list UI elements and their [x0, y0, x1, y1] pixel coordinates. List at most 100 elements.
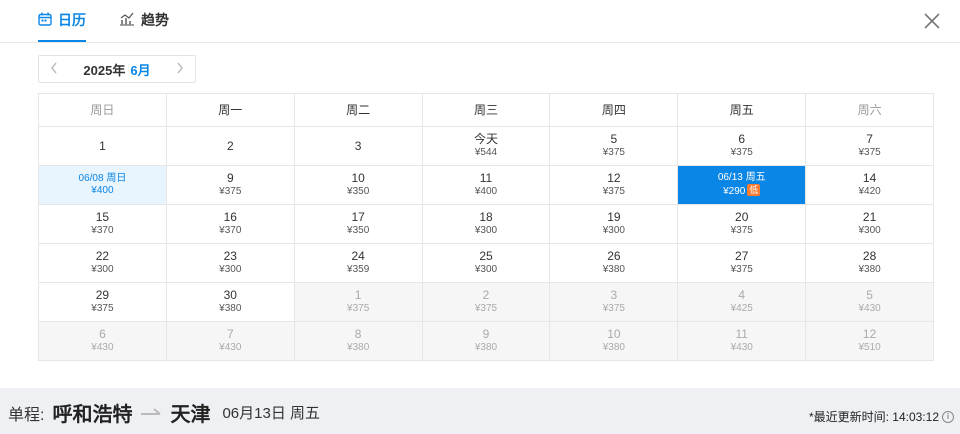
day-price-wrap: ¥380 [475, 342, 497, 355]
day-label: 5 [866, 288, 873, 303]
day-price: ¥430 [91, 342, 114, 354]
weekday-header: 周四 [550, 94, 679, 127]
close-icon [924, 13, 940, 29]
calendar-day[interactable]: 今天 ¥544 [422, 127, 551, 166]
calendar-day[interactable]: 10 ¥350 [294, 166, 423, 205]
calendar-day[interactable]: 5 ¥375 [550, 127, 679, 166]
day-label: 6 [99, 327, 106, 342]
calendar-day[interactable]: 16 ¥370 [166, 205, 295, 244]
day-price: ¥375 [474, 303, 498, 315]
calendar-day[interactable]: 6 ¥375 [678, 127, 807, 166]
calendar-day[interactable]: 9 ¥380 [422, 322, 551, 361]
day-price: ¥375 [858, 147, 881, 159]
day-label: 17 [351, 210, 365, 225]
calendar-day[interactable]: 11 ¥430 [678, 322, 807, 361]
day-price-wrap: ¥380 [603, 264, 625, 277]
calendar-day[interactable]: 30 ¥380 [166, 283, 295, 322]
day-price: ¥300 [858, 225, 881, 237]
calendar-day[interactable]: 20 ¥375 [678, 205, 807, 244]
day-price-wrap: ¥350 [347, 225, 369, 238]
day-label: 18 [479, 210, 493, 225]
day-price-wrap: ¥400 [91, 185, 113, 198]
tab-bar: 日历 趋势 [0, 0, 960, 43]
trend-chart-icon [119, 12, 135, 29]
day-label: 10 [351, 171, 365, 186]
calendar-day[interactable]: 4 ¥425 [678, 283, 807, 322]
calendar-day[interactable]: 1 [39, 127, 167, 166]
prev-month-button[interactable] [49, 61, 59, 77]
calendar-day[interactable]: 25 ¥300 [422, 244, 551, 283]
calendar-day[interactable]: 6 ¥430 [39, 322, 167, 361]
tab-trend[interactable]: 趋势 [119, 0, 169, 40]
day-price-wrap: ¥375 [91, 303, 113, 316]
chevron-left-icon [51, 62, 57, 74]
calendar-day[interactable]: 22 ¥300 [39, 244, 167, 283]
close-button[interactable] [922, 11, 942, 31]
day-label: 29 [95, 288, 110, 303]
calendar-day[interactable]: 27 ¥375 [678, 244, 807, 283]
calendar-day[interactable]: 10 ¥380 [550, 322, 679, 361]
calendar-day[interactable]: 29 ¥375 [39, 283, 167, 322]
day-price-wrap: ¥420 [858, 186, 880, 199]
calendar-day[interactable]: 15 ¥370 [39, 205, 167, 244]
calendar-day[interactable]: 2 ¥375 [422, 283, 551, 322]
day-label: 14 [862, 171, 877, 186]
calendar-day[interactable]: 9 ¥375 [166, 166, 295, 205]
day-label: 1 [99, 138, 106, 153]
calendar-day[interactable]: 06/08 周日 ¥400 [39, 166, 167, 205]
day-price-wrap: ¥425 [731, 303, 753, 316]
calendar-day[interactable]: 3 ¥375 [550, 283, 679, 322]
day-price: ¥350 [347, 186, 370, 198]
day-label: 11 [735, 327, 748, 342]
last-update: *最近更新时间: 14:03:12 i [809, 408, 954, 425]
weekday-header: 周三 [422, 94, 551, 127]
calendar-day[interactable]: 21 ¥300 [806, 205, 935, 244]
calendar-day[interactable]: 7 ¥375 [806, 127, 935, 166]
day-price-wrap: ¥380 [603, 342, 625, 355]
calendar-day[interactable]: 24 ¥359 [294, 244, 423, 283]
day-label: 26 [607, 249, 621, 264]
day-price: ¥300 [474, 264, 498, 276]
calendar-day[interactable]: 23 ¥300 [166, 244, 295, 283]
calendar-day[interactable]: 3 [294, 127, 423, 166]
day-label: 9 [482, 327, 490, 342]
weekday-header-row: 周日 周一 周二 周三 周四 周五 周六 [39, 94, 935, 127]
calendar-day[interactable]: 18 ¥300 [422, 205, 551, 244]
route-summary-bar: 单程: 呼和浩特 天津 06月13日 周五 *最近更新时间: 14:03:12 … [0, 388, 960, 434]
calendar-day[interactable]: 26 ¥380 [550, 244, 679, 283]
calendar-day[interactable]: 28 ¥380 [806, 244, 935, 283]
day-price: ¥380 [858, 264, 881, 276]
calendar-week-row: 1 2 3 今天 ¥544 5 ¥375 6 ¥375 7 ¥375 [39, 127, 935, 166]
day-label: 3 [610, 288, 618, 303]
tab-calendar[interactable]: 日历 [38, 0, 86, 42]
day-price: ¥370 [219, 225, 242, 237]
day-price: ¥375 [730, 225, 753, 237]
calendar-day[interactable]: 5 ¥430 [806, 283, 935, 322]
day-label: 2 [226, 138, 234, 153]
day-price-wrap: ¥300 [603, 225, 625, 238]
day-label: 19 [607, 210, 621, 225]
day-price: ¥375 [602, 186, 625, 198]
calendar-day[interactable]: 2 [166, 127, 295, 166]
calendar-day[interactable]: 17 ¥350 [294, 205, 423, 244]
calendar-day[interactable]: 12 ¥375 [550, 166, 679, 205]
day-price: ¥300 [474, 225, 498, 237]
calendar-day[interactable]: 19 ¥300 [550, 205, 679, 244]
calendar-day[interactable]: 8 ¥380 [294, 322, 423, 361]
calendar-day[interactable]: 14 ¥420 [806, 166, 935, 205]
day-price: ¥300 [602, 225, 625, 237]
next-month-button[interactable] [175, 61, 185, 77]
info-icon[interactable]: i [942, 410, 954, 423]
day-price-wrap: ¥375 [603, 303, 625, 316]
calendar-day[interactable]: 11 ¥400 [422, 166, 551, 205]
calendar-day-selected[interactable]: 06/13 周五 ¥290 低 [678, 166, 807, 205]
day-price: ¥380 [602, 264, 625, 276]
calendar-day[interactable]: 7 ¥430 [166, 322, 295, 361]
day-price: ¥375 [91, 303, 114, 315]
calendar-day[interactable]: 1 ¥375 [294, 283, 423, 322]
day-label: 16 [223, 210, 237, 225]
day-price-wrap: ¥375 [731, 147, 753, 160]
day-label: 27 [735, 249, 749, 264]
calendar-day[interactable]: 12 ¥510 [806, 322, 935, 361]
day-price-wrap: ¥290 低 [723, 184, 761, 199]
